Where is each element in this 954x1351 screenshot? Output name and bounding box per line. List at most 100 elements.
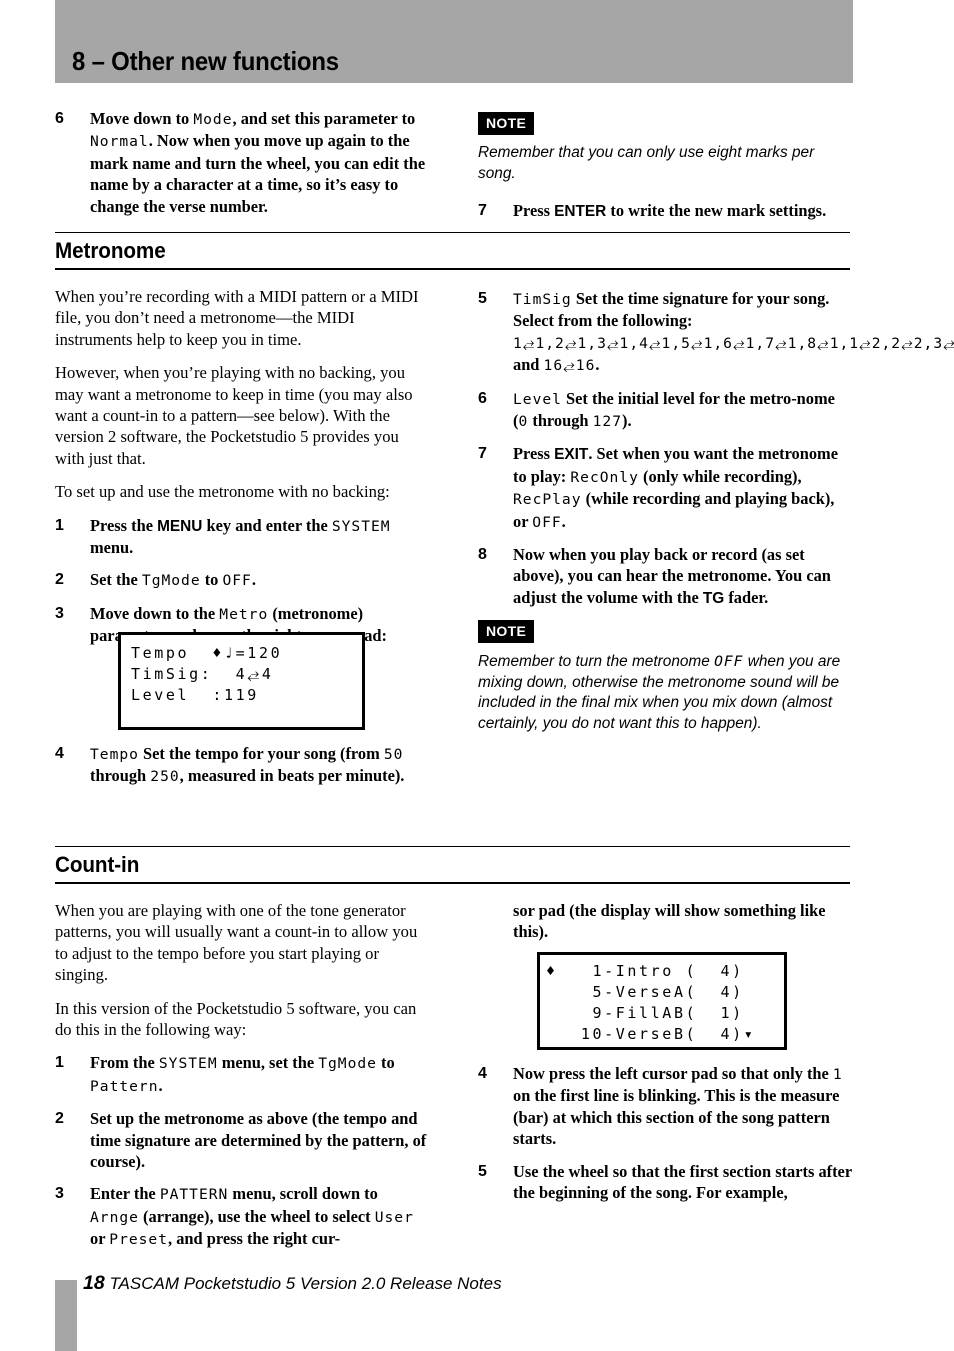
- step-text: Press the MENU key and enter the SYSTEM …: [90, 516, 391, 557]
- lcd-token: PATTERN: [159, 1186, 229, 1204]
- step-number: 3: [55, 604, 64, 622]
- step-continuation: sor pad (the display will show something…: [478, 900, 852, 943]
- step-text: Set the TgMode to OFF.: [90, 570, 256, 589]
- step-item: 4 Now press the left cursor pad so that …: [478, 1063, 852, 1150]
- rule-below: [55, 268, 850, 270]
- text-run: .: [158, 1075, 163, 1095]
- lcd-token: OFF: [222, 572, 252, 590]
- lcd-token: RecOnly: [570, 468, 639, 486]
- text-run: through: [528, 411, 593, 431]
- step-text: TimSig Set the time signature for your s…: [513, 289, 954, 374]
- text-run: Press: [513, 444, 555, 464]
- text-run: .: [595, 355, 600, 375]
- lcd-token: OFF: [714, 653, 744, 671]
- lcd-line: TimSig: 4⥄4: [131, 665, 274, 683]
- section-heading-metronome: Metronome: [55, 232, 850, 270]
- text-run: fader.: [724, 587, 769, 607]
- text-run: menu.: [90, 538, 134, 558]
- step-text: Now press the left cursor pad so that on…: [513, 1064, 843, 1148]
- top-left-steps: 6 Move down to Mode, and set this parame…: [55, 108, 429, 228]
- metronome-left-step4: 4 Tempo Set the tempo for your song (fro…: [55, 743, 429, 799]
- paragraph: In this version of the Pocketstudio 5 so…: [55, 998, 417, 1040]
- page-title: 8 – Other new functions: [72, 46, 339, 76]
- step-item: 2 Set up the metronome as above (the tem…: [55, 1108, 429, 1172]
- countin-right-continuation: sor pad (the display will show something…: [478, 900, 852, 943]
- text-run: , and press the right cur-: [168, 1229, 341, 1249]
- metronome-left-column: When you’re recording with a MIDI patter…: [55, 286, 429, 658]
- step-item: 1 Press the MENU key and enter the SYSTE…: [55, 515, 429, 559]
- text-run: Set up the metronome as above (the tempo…: [90, 1109, 427, 1172]
- step-text: Use the wheel so that the first section …: [513, 1162, 852, 1202]
- text-run: , measured in beats per minute).: [179, 766, 405, 786]
- step-text: Level Set the initial level for the metr…: [513, 389, 835, 430]
- lcd-token: Preset: [109, 1231, 168, 1249]
- page-number: 18: [83, 1272, 105, 1294]
- text-run: (arrange), use the wheel to select: [138, 1206, 375, 1226]
- text-run: Set the tempo for your song (from: [138, 744, 384, 763]
- lcd-display-arrange: ♦ 1-Intro ( 4) 5-VerseA( 4) 9-FillAB( 1)…: [537, 952, 787, 1050]
- step-number: 4: [478, 1065, 487, 1082]
- note-run: Remember to turn the metronome: [478, 653, 715, 671]
- step-item: 5 Use the wheel so that the first sectio…: [478, 1161, 852, 1204]
- text-run: Move down to: [90, 109, 194, 128]
- lcd-token: TgMode: [318, 1055, 377, 1073]
- text-run: to: [200, 570, 223, 590]
- text-run: menu, set the: [217, 1053, 319, 1073]
- text-run: Use the wheel so that the first section …: [513, 1161, 852, 1203]
- lcd-line: Tempo ♦♩=120: [131, 644, 283, 662]
- step-number: 1: [55, 1054, 64, 1072]
- text-run: Press: [513, 201, 555, 221]
- text-run: Press the: [90, 515, 158, 535]
- lcd-token: Level: [513, 390, 562, 408]
- step-item: 6 Move down to Mode, and set this parame…: [55, 108, 429, 217]
- lcd-token: TimSig: [513, 291, 572, 308]
- lcd-line: Level :119: [131, 686, 259, 704]
- top-right-block: NOTE Remember that you can only use eigh…: [478, 112, 852, 234]
- lcd-token: Tempo: [90, 746, 139, 763]
- lcd-token: 250: [150, 768, 180, 786]
- lcd-line: ♦ 1-Intro ( 4): [546, 962, 744, 980]
- step-number: 5: [478, 290, 487, 307]
- step-text: From the SYSTEM menu, set the TgMode to …: [90, 1053, 395, 1094]
- step-number: 7: [478, 445, 487, 463]
- lcd-line: 10-VerseB( 4)▾: [546, 1025, 756, 1043]
- step-item: 7 Press ENTER to write the new mark sett…: [478, 200, 852, 222]
- lcd-token: 1: [832, 1066, 843, 1083]
- lcd-line: 5-VerseA( 4): [546, 983, 744, 1001]
- step-number: 1: [55, 516, 64, 534]
- text-run: Enter the: [90, 1184, 160, 1204]
- text-run: or: [90, 1229, 110, 1249]
- text-run: on the first line is blinking. This is t…: [513, 1086, 840, 1149]
- step-text: Set up the metronome as above (the tempo…: [90, 1109, 426, 1171]
- step-text: Press ENTER to write the new mark settin…: [513, 201, 826, 220]
- text-run: through: [90, 766, 151, 786]
- lcd-token: Metro: [219, 605, 269, 623]
- text-run: Set the: [90, 570, 142, 590]
- step-item: 7 Press EXIT. Set when you want the metr…: [478, 443, 852, 533]
- text-run: Now press the left cursor pad so that on…: [513, 1064, 833, 1083]
- step-number: 8: [478, 546, 487, 564]
- lcd-token: RecPlay: [513, 491, 582, 509]
- step-text: Move down to Mode, and set this paramete…: [90, 109, 425, 216]
- key-name: ENTER: [554, 203, 607, 221]
- note-badge: NOTE: [478, 620, 535, 644]
- rule-below: [55, 882, 850, 884]
- step-number: 6: [478, 389, 487, 407]
- lcd-token: 16⥄16: [543, 357, 596, 375]
- text-run: and: [513, 355, 544, 375]
- step-number: 4: [55, 745, 64, 762]
- paragraph: When you’re recording with a MIDI patter…: [55, 287, 419, 349]
- lcd-token: TgMode: [141, 572, 201, 590]
- lcd-token: User: [374, 1208, 414, 1226]
- paragraph: To set up and use the metronome with no …: [55, 482, 390, 502]
- lcd-token: 50: [383, 746, 404, 763]
- step-text: Now when you play back or record (as set…: [513, 545, 831, 607]
- lcd-display-metronome: Tempo ♦♩=120 TimSig: 4⥄4 Level :119: [118, 632, 365, 730]
- step-number: 7: [478, 202, 487, 220]
- key-name: TG: [702, 589, 725, 607]
- lcd-token: Pattern: [90, 1077, 159, 1095]
- step-number: 2: [55, 571, 64, 589]
- step-text: Enter the PATTERN menu, scroll down to A…: [90, 1184, 414, 1248]
- text-run: to: [376, 1053, 395, 1073]
- step-number: 5: [478, 1162, 487, 1180]
